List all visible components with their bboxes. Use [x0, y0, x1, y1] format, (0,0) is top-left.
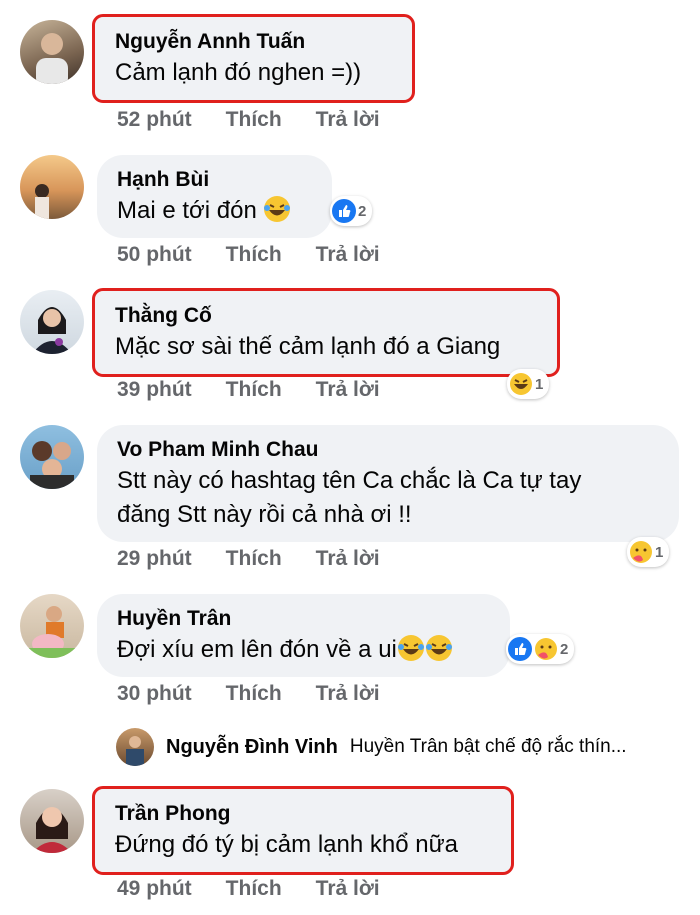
reply-button[interactable]: Trả lời [316, 682, 380, 706]
avatar[interactable] [20, 155, 84, 219]
reply-button[interactable]: Trả lời [316, 547, 380, 571]
reaction-summary[interactable]: 2 [330, 196, 373, 226]
laugh-emoji-icon [263, 195, 291, 233]
comment-bubble: Hạnh Bùi Mai e tới đón [97, 155, 332, 238]
reply-button[interactable]: Trả lời [316, 877, 380, 901]
avatar-image [36, 33, 68, 84]
avatar-image [32, 307, 72, 354]
reply-text: Huyền Trân bật chế độ rắc thín... [349, 736, 627, 757]
reply-button[interactable]: Trả lời [316, 243, 380, 267]
comment-actions: 29 phút Thích Trả lời [117, 547, 380, 571]
comment-time[interactable]: 39 phút [117, 378, 192, 402]
commenter-name[interactable]: Huyền Trân [117, 605, 492, 633]
comment-actions: 50 phút Thích Trả lời [117, 243, 380, 267]
comment-time[interactable]: 29 phút [117, 547, 192, 571]
avatar-image [30, 441, 74, 489]
avatar[interactable] [20, 20, 84, 84]
commenter-name[interactable]: Thằng Cố [115, 302, 539, 330]
comment-text: Đợi xíu em lên đón về a ui [117, 633, 492, 672]
avatar[interactable] [20, 425, 84, 489]
avatar[interactable] [20, 594, 84, 658]
comment-time[interactable]: 30 phút [117, 682, 192, 706]
reaction-summary[interactable]: 2 [506, 634, 575, 664]
reaction-count: 1 [535, 375, 544, 393]
comment-bubble: Vo Pham Minh Chau Stt này có hashtag tên… [97, 425, 679, 542]
like-button[interactable]: Thích [226, 108, 282, 132]
reply-preview[interactable]: Nguyễn Đình Vinh Huyền Trân bật chế độ r… [116, 728, 627, 766]
reply-button[interactable]: Trả lời [316, 108, 380, 132]
comment-bubble: Huyền Trân Đợi xíu em lên đón về a ui [97, 594, 510, 677]
avatar-image [126, 736, 144, 766]
reply-button[interactable]: Trả lời [316, 378, 380, 402]
reply-author[interactable]: Nguyễn Đình Vinh [166, 736, 338, 759]
comment-text: Mặc sơ sài thế cảm lạnh đó a Giang [115, 333, 501, 360]
comment-actions: 30 phút Thích Trả lời [117, 682, 380, 706]
haha-reaction-icon [509, 372, 533, 396]
comment-bubble: Trần Phong Đứng đó tý bị cảm lạnh khổ nữ… [92, 786, 514, 875]
laugh-emoji-icon [425, 634, 453, 672]
care-reaction-icon [534, 637, 558, 661]
reaction-count: 2 [560, 640, 569, 658]
like-button[interactable]: Thích [226, 682, 282, 706]
like-button[interactable]: Thích [226, 547, 282, 571]
commenter-name[interactable]: Vo Pham Minh Chau [117, 436, 661, 464]
avatar-image [32, 807, 72, 853]
care-reaction-icon [629, 540, 653, 564]
comment-time[interactable]: 52 phút [117, 108, 192, 132]
commenter-name[interactable]: Trần Phong [115, 800, 493, 828]
avatar-image [20, 606, 84, 658]
commenter-name[interactable]: Nguyễn Annh Tuấn [115, 28, 394, 56]
comment-actions: 49 phút Thích Trả lời [117, 877, 380, 901]
comment-bubble: Thằng Cố Mặc sơ sài thế cảm lạnh đó a Gi… [92, 288, 560, 377]
like-reaction-icon [332, 199, 356, 223]
reaction-summary[interactable]: 1 [627, 537, 670, 567]
like-button[interactable]: Thích [226, 378, 282, 402]
comment-text: Cảm lạnh đó nghen =)) [115, 59, 362, 86]
comment-bubble: Nguyễn Annh Tuấn Cảm lạnh đó nghen =)) [92, 14, 415, 103]
comment-time[interactable]: 50 phút [117, 243, 192, 267]
laugh-emoji-icon [397, 634, 425, 672]
comment-text: Đứng đó tý bị cảm lạnh khổ nữa [115, 831, 458, 858]
comment-time[interactable]: 49 phút [117, 877, 192, 901]
reaction-count: 1 [655, 543, 664, 561]
avatar[interactable] [20, 789, 84, 853]
reaction-count: 2 [358, 202, 367, 220]
like-reaction-icon [508, 637, 532, 661]
comment-text: Mai e tới đón [117, 194, 314, 233]
comment-actions: 39 phút Thích Trả lời [117, 378, 380, 402]
like-button[interactable]: Thích [226, 243, 282, 267]
commenter-name[interactable]: Hạnh Bùi [117, 166, 314, 194]
comment-text: Stt này có hashtag tên Ca chắc là Ca tự … [117, 467, 582, 528]
avatar[interactable] [116, 728, 154, 766]
avatar-image [35, 184, 49, 219]
avatar[interactable] [20, 290, 84, 354]
like-button[interactable]: Thích [226, 877, 282, 901]
reaction-summary[interactable]: 1 [507, 369, 550, 399]
comment-actions: 52 phút Thích Trả lời [117, 108, 380, 132]
